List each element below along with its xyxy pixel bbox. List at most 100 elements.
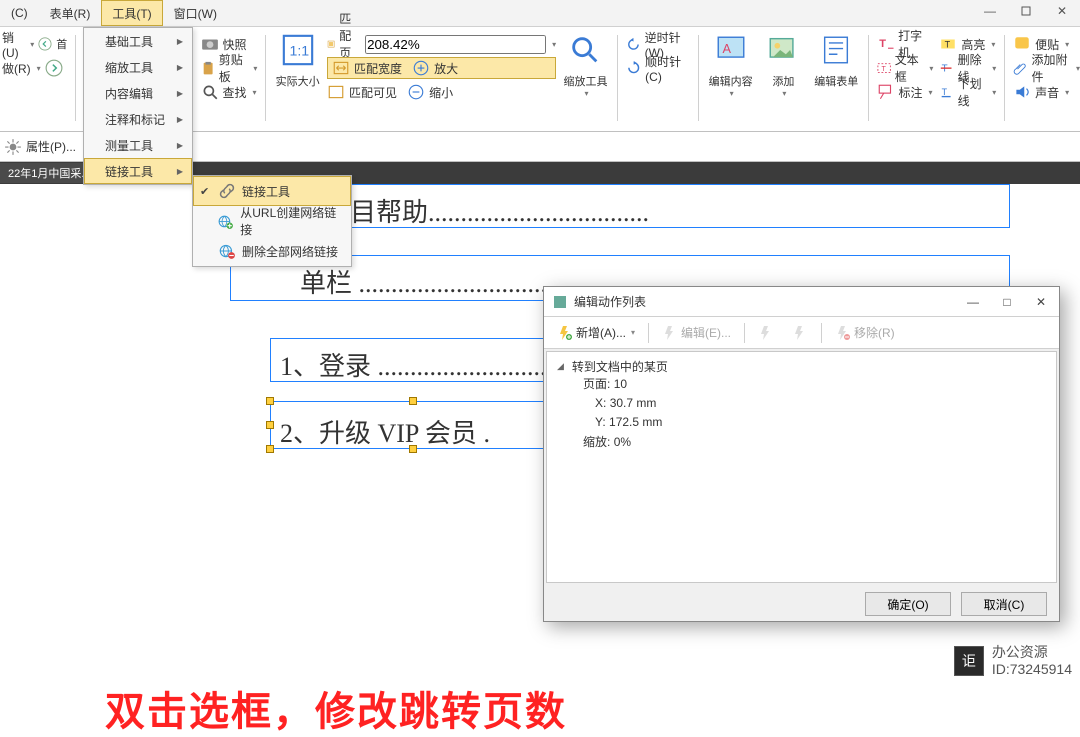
zoom-in-icon[interactable] <box>412 59 430 77</box>
undo-label: 销(U) <box>2 29 24 60</box>
paperclip-icon <box>1013 59 1027 77</box>
tools-menu-zoom[interactable]: 缩放工具▶ <box>84 54 192 80</box>
action-tree-node[interactable]: ◢ 转到文档中的某页 <box>557 358 1046 375</box>
watermark: 讵 办公资源 ID:73245914 <box>954 644 1072 678</box>
callout-icon <box>877 83 895 101</box>
edit-content-button[interactable]: A 编辑内容▾ <box>707 31 754 131</box>
action-y-row: Y: 172.5 mm <box>557 413 1046 432</box>
zoom-combo[interactable] <box>365 35 546 54</box>
svg-text:T: T <box>942 87 948 97</box>
fit-visible-button[interactable]: 匹配可见 缩小 <box>327 81 556 103</box>
submenu-remove-all-links[interactable]: 删除全部网络链接 <box>193 236 351 266</box>
actual-size-button[interactable]: 1:1 实际大小 <box>274 31 321 131</box>
globe-minus-icon <box>218 242 236 260</box>
undo-button[interactable]: 销(U)▾ 首 <box>2 33 67 55</box>
close-button[interactable]: ✕ <box>1044 0 1080 22</box>
magnifier-icon <box>568 33 602 67</box>
globe-plus-icon <box>217 212 234 230</box>
zoom-dropdown[interactable]: ▾ <box>552 40 556 49</box>
dialog-body[interactable]: ◢ 转到文档中的某页 页面: 10 X: 30.7 mm Y: 172.5 mm… <box>546 351 1057 583</box>
dialog-moveup-button <box>751 321 781 345</box>
link-icon <box>218 182 236 200</box>
zoom-out-label[interactable]: 缩小 <box>429 84 453 101</box>
link-tools-submenu: ✔ 链接工具 从URL创建网络链接 删除全部网络链接 <box>192 175 352 267</box>
svg-text:T: T <box>945 39 951 49</box>
menu-item-tools[interactable]: 工具(T) <box>101 0 162 26</box>
dialog-minimize[interactable]: — <box>963 295 983 309</box>
svg-text:T: T <box>879 38 886 50</box>
highlight-icon: T <box>939 35 957 53</box>
watermark-logo: 讵 <box>954 646 984 676</box>
dialog-title-bar[interactable]: 编辑动作列表 — □ ✕ <box>544 287 1059 317</box>
dialog-ok-button[interactable]: 确定(O) <box>865 592 951 616</box>
fit-page-icon[interactable] <box>327 35 335 53</box>
properties-button[interactable]: 属性(P)... <box>26 138 76 155</box>
bolt-up-icon <box>758 325 774 341</box>
svg-text:1:1: 1:1 <box>289 44 309 60</box>
clipboard-button[interactable]: 剪贴板▾ <box>201 57 258 79</box>
bolt-edit-icon <box>662 325 678 341</box>
menu-item-c[interactable]: (C) <box>0 0 39 26</box>
tools-menu-content[interactable]: 内容编辑▶ <box>84 80 192 106</box>
zoom-tool-button[interactable]: 缩放工具▾ <box>562 31 609 131</box>
action-zoom-row: 缩放: 0% <box>557 433 1046 452</box>
menu-item-form[interactable]: 表单(R) <box>39 0 102 26</box>
svg-text:A: A <box>722 41 731 56</box>
tools-menu-basic[interactable]: 基础工具▶ <box>84 28 192 54</box>
fit-width-button[interactable]: 匹配宽度 放大 <box>327 57 556 79</box>
clipboard-icon <box>201 59 215 77</box>
menu-bar: (C) 表单(R) 工具(T) 窗口(W) <box>0 0 1080 27</box>
zoom-in-label[interactable]: 放大 <box>434 60 458 77</box>
fit-page-row: 匹配页面 ▾ <box>327 33 556 55</box>
textbox-icon: T <box>877 59 891 77</box>
textbox-button[interactable]: T文本框▾ <box>877 57 934 79</box>
redo-label: 做(R) <box>2 60 31 77</box>
submenu-create-from-url[interactable]: 从URL创建网络链接 <box>193 206 351 236</box>
action-tree-label: 转到文档中的某页 <box>572 358 668 375</box>
edit-actions-dialog: 编辑动作列表 — □ ✕ 新增(A)...▾ 编辑(E)... 移除(R) ◢ … <box>543 286 1060 622</box>
dialog-add-button[interactable]: 新增(A)...▾ <box>550 320 642 345</box>
back-arrow-icon <box>38 35 52 53</box>
maximize-button[interactable] <box>1008 0 1044 22</box>
redo-button[interactable]: 做(R)▾ <box>2 57 67 79</box>
attach-button[interactable]: 添加附件▾ <box>1013 57 1080 79</box>
tools-menu-link[interactable]: 链接工具▶ <box>84 158 192 184</box>
tree-collapse-icon[interactable]: ◢ <box>557 361 564 372</box>
action-x-row: X: 30.7 mm <box>557 394 1046 413</box>
link-box-selected[interactable] <box>270 401 556 449</box>
dialog-title: 编辑动作列表 <box>574 293 646 310</box>
svg-text:T: T <box>942 64 948 75</box>
underline-button[interactable]: T下划线▾ <box>939 81 996 103</box>
tools-menu-annot[interactable]: 注释和标记▶ <box>84 106 192 132</box>
dialog-edit-button: 编辑(E)... <box>655 320 738 345</box>
fit-width-icon <box>332 59 350 77</box>
zoom-out-icon[interactable] <box>407 83 425 101</box>
find-button[interactable]: 查找▾ <box>201 81 258 103</box>
bolt-down-icon <box>792 325 808 341</box>
add-image-icon <box>766 33 800 67</box>
add-button[interactable]: 添加▾ <box>760 31 807 131</box>
strikeout-icon: T <box>939 59 953 77</box>
dialog-footer: 确定(O) 取消(C) <box>544 585 1059 623</box>
dialog-movedown-button <box>785 321 815 345</box>
dialog-cancel-button[interactable]: 取消(C) <box>961 592 1047 616</box>
actual-size-label: 实际大小 <box>276 73 320 89</box>
rotate-cw-button[interactable]: 顺时针(C) <box>626 57 691 79</box>
edit-form-button[interactable]: 编辑表单 <box>813 31 860 131</box>
instruction-annotation: 双击选框，修改跳转页数 <box>105 679 567 737</box>
minimize-button[interactable]: — <box>972 0 1008 22</box>
dialog-toolbar: 新增(A)...▾ 编辑(E)... 移除(R) <box>544 317 1059 349</box>
forward-arrow-icon <box>45 59 63 77</box>
dialog-close[interactable]: ✕ <box>1031 295 1051 309</box>
callout-button[interactable]: 标注▾ <box>877 81 934 103</box>
tools-menu-dropdown: 基础工具▶ 缩放工具▶ 内容编辑▶ 注释和标记▶ 测量工具▶ 链接工具▶ <box>83 27 193 185</box>
rotate-ccw-icon <box>626 35 641 53</box>
watermark-line2: ID:73245914 <box>992 661 1072 678</box>
sound-button[interactable]: 声音▾ <box>1013 81 1080 103</box>
submenu-link-tool[interactable]: ✔ 链接工具 <box>193 176 351 206</box>
watermark-line1: 办公资源 <box>992 644 1072 661</box>
dialog-maximize[interactable]: □ <box>997 295 1017 309</box>
menu-item-window[interactable]: 窗口(W) <box>163 0 228 26</box>
search-icon <box>201 83 219 101</box>
tools-menu-measure[interactable]: 测量工具▶ <box>84 132 192 158</box>
